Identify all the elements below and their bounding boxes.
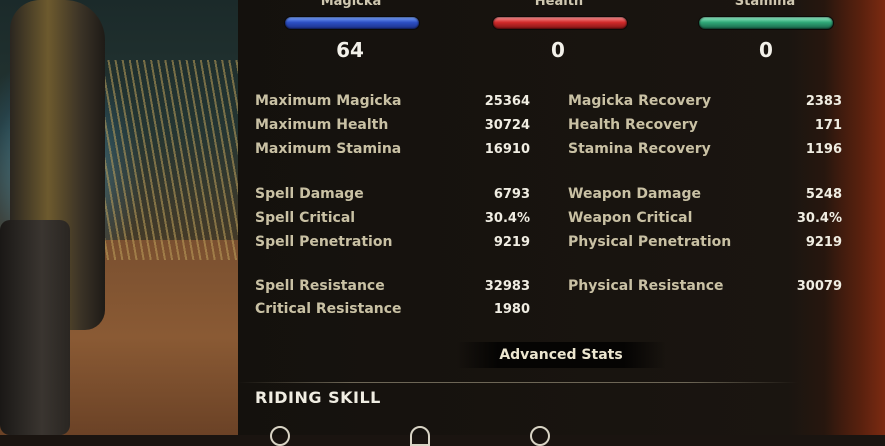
stat-value: 16910 bbox=[484, 142, 530, 157]
character-legs bbox=[0, 220, 70, 435]
riding-capacity-icon[interactable] bbox=[530, 426, 550, 446]
stat-label: Magicka Recovery bbox=[568, 93, 711, 109]
stat-label: Critical Resistance bbox=[255, 301, 402, 317]
stat-label: Stamina Recovery bbox=[568, 141, 711, 157]
riding-speed-icon[interactable] bbox=[270, 426, 290, 446]
stat-value: 30079 bbox=[796, 279, 842, 294]
divider bbox=[238, 382, 798, 383]
stat-value: 1196 bbox=[805, 142, 842, 157]
stamina-value: 0 bbox=[759, 38, 773, 62]
health-label: Health bbox=[534, 0, 584, 9]
riding-skill-title: RIDING SKILL bbox=[255, 388, 381, 407]
health-bar bbox=[492, 16, 628, 30]
magicka-label: Magicka bbox=[320, 0, 382, 9]
health-value: 0 bbox=[551, 38, 565, 62]
stat-value: 30724 bbox=[484, 118, 530, 133]
stat-label: Weapon Critical bbox=[568, 210, 693, 226]
stat-label: Maximum Health bbox=[255, 117, 389, 133]
grass bbox=[100, 60, 238, 260]
stamina-bar bbox=[698, 16, 834, 30]
stat-label: Weapon Damage bbox=[568, 186, 701, 202]
advanced-stats-button[interactable]: Advanced Stats bbox=[456, 342, 666, 368]
stat-label: Spell Damage bbox=[255, 186, 364, 202]
stat-label: Physical Resistance bbox=[568, 278, 724, 294]
stat-value: 171 bbox=[814, 118, 842, 133]
magicka-bar bbox=[284, 16, 420, 30]
stat-value: 1980 bbox=[493, 302, 530, 317]
stat-label: Health Recovery bbox=[568, 117, 698, 133]
stat-value: 9219 bbox=[805, 235, 842, 250]
stat-label: Spell Penetration bbox=[255, 234, 393, 250]
stat-value: 5248 bbox=[805, 187, 842, 202]
stat-value: 6793 bbox=[493, 187, 530, 202]
stat-label: Maximum Magicka bbox=[255, 93, 402, 109]
stat-label: Maximum Stamina bbox=[255, 141, 402, 157]
character-preview bbox=[0, 0, 238, 435]
stat-value: 30.4% bbox=[484, 211, 530, 226]
stat-value: 25364 bbox=[484, 94, 530, 109]
stamina-label: Stamina bbox=[734, 0, 796, 9]
stat-label: Physical Penetration bbox=[568, 234, 732, 250]
stat-value: 2383 bbox=[805, 94, 842, 109]
riding-stamina-icon[interactable] bbox=[410, 426, 430, 446]
stat-value: 9219 bbox=[493, 235, 530, 250]
stat-value: 32983 bbox=[484, 279, 530, 294]
magicka-value: 64 bbox=[336, 38, 364, 62]
stats-panel: Magicka 64 Health 0 Stamina 0 Maximum Ma… bbox=[238, 0, 885, 446]
stat-value: 30.4% bbox=[796, 211, 842, 226]
stat-label: Spell Resistance bbox=[255, 278, 385, 294]
stat-label: Spell Critical bbox=[255, 210, 356, 226]
